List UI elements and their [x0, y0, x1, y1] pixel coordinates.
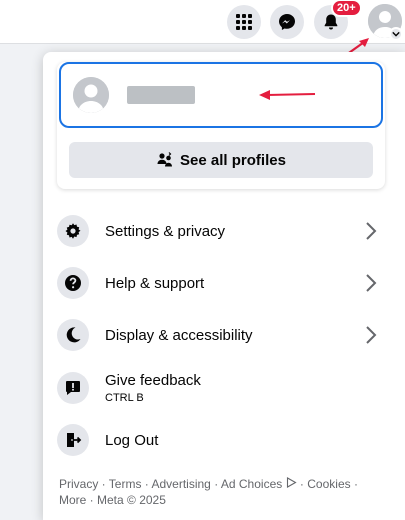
menu-item-label: Help & support: [105, 274, 205, 292]
feedback-icon: [66, 381, 80, 395]
chevron-down-icon: [392, 31, 400, 37]
menu-footer: Privacy · Terms · Advertising · Ad Choic…: [59, 477, 358, 507]
see-all-profiles-button[interactable]: See all profiles: [69, 142, 373, 178]
menu-item-give-feedback[interactable]: Give feedback CTRL B: [57, 362, 387, 414]
default-avatar-icon: [73, 77, 109, 113]
footer-link-ad-choices[interactable]: Ad Choices: [221, 477, 297, 491]
footer-copyright: Meta © 2025: [97, 493, 166, 507]
footer-link-privacy[interactable]: Privacy: [59, 477, 98, 491]
see-all-profiles-label: See all profiles: [180, 151, 286, 169]
feedback-icon-wrap: [57, 372, 89, 404]
footer-link-terms[interactable]: Terms: [109, 477, 142, 491]
moon-icon-wrap: [57, 319, 89, 351]
menu-grid-button[interactable]: [227, 5, 261, 39]
account-menu: See all profiles Settings & privacy Help…: [43, 52, 405, 520]
ad-choices-icon: [286, 477, 297, 488]
logout-icon: [67, 433, 82, 447]
profile-name-redacted: [127, 86, 195, 104]
profile-card: See all profiles: [57, 62, 385, 189]
profile-avatar: [73, 77, 109, 113]
menu-item-settings-privacy[interactable]: Settings & privacy: [57, 207, 387, 255]
gear-icon: [65, 223, 81, 239]
feedback-text-group: Give feedback CTRL B: [105, 372, 201, 404]
messenger-icon: [279, 14, 295, 30]
footer-link-more[interactable]: More: [59, 493, 86, 507]
menu-item-label: Settings & privacy: [105, 222, 226, 240]
menu-item-label: Give feedback: [105, 372, 201, 389]
top-navigation-bar: 20+: [0, 0, 405, 44]
profiles-icon: [157, 152, 173, 167]
question-icon-wrap: [57, 267, 89, 299]
footer-link-advertising[interactable]: Advertising: [151, 477, 210, 491]
chevron-right-icon: [366, 326, 377, 344]
chevron-right-icon: [366, 274, 377, 292]
chevron-right-icon: [366, 222, 377, 240]
logout-icon-wrap: [57, 424, 89, 456]
footer-link-cookies[interactable]: Cookies: [307, 477, 350, 491]
notification-badge: 20+: [331, 0, 362, 17]
menu-item-label: Log Out: [105, 431, 159, 449]
keyboard-shortcut: CTRL B: [105, 392, 144, 404]
account-caret[interactable]: [389, 27, 403, 41]
messenger-button[interactable]: [270, 5, 304, 39]
question-icon: [65, 275, 81, 291]
notifications-button[interactable]: 20+: [314, 0, 362, 39]
annotation-arrow-profile: [259, 90, 316, 100]
menu-item-display-accessibility[interactable]: Display & accessibility: [57, 311, 387, 359]
footer-ad-choices-label: Ad Choices: [220, 477, 283, 491]
menu-item-label: Display & accessibility: [105, 326, 253, 344]
moon-icon: [66, 327, 81, 343]
gear-icon-wrap: [57, 215, 89, 247]
menu-item-help-support[interactable]: Help & support: [57, 259, 387, 307]
current-profile-row[interactable]: [59, 62, 383, 128]
menu-item-log-out[interactable]: Log Out: [57, 416, 387, 464]
menu-grid-icon: [236, 14, 252, 30]
